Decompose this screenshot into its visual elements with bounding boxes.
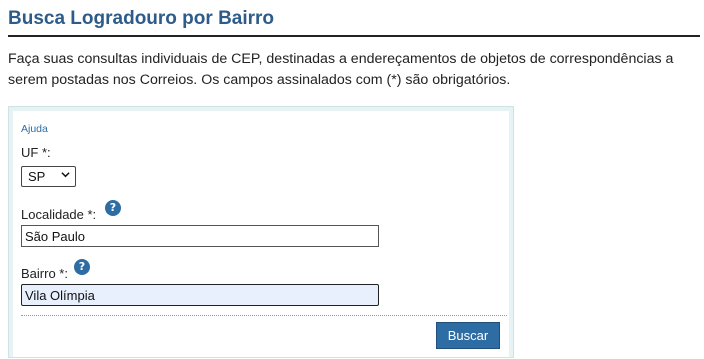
uf-select[interactable]: SP bbox=[21, 166, 76, 187]
bairro-input[interactable] bbox=[21, 284, 379, 306]
help-link[interactable]: Ajuda bbox=[21, 123, 48, 135]
localidade-label: Localidade *: bbox=[21, 207, 97, 222]
help-icon[interactable]: ? bbox=[74, 259, 90, 275]
localidade-input[interactable] bbox=[21, 225, 379, 247]
bairro-label: Bairro *: bbox=[21, 266, 68, 281]
help-icon[interactable]: ? bbox=[105, 200, 121, 216]
search-form: Ajuda UF *: SP Localidade *: ? Bairro *:… bbox=[13, 111, 509, 357]
title-divider bbox=[8, 35, 700, 37]
page-title: Busca Logradouro por Bairro bbox=[8, 8, 275, 29]
intro-text: Faça suas consultas individuais de CEP, … bbox=[8, 51, 674, 88]
chevron-down-icon bbox=[61, 172, 70, 178]
form-separator bbox=[21, 315, 507, 316]
search-button[interactable]: Buscar bbox=[436, 322, 500, 349]
uf-label: UF *: bbox=[21, 145, 51, 160]
search-form-panel: Ajuda UF *: SP Localidade *: ? Bairro *:… bbox=[8, 106, 514, 358]
uf-selected-value: SP bbox=[28, 169, 46, 184]
